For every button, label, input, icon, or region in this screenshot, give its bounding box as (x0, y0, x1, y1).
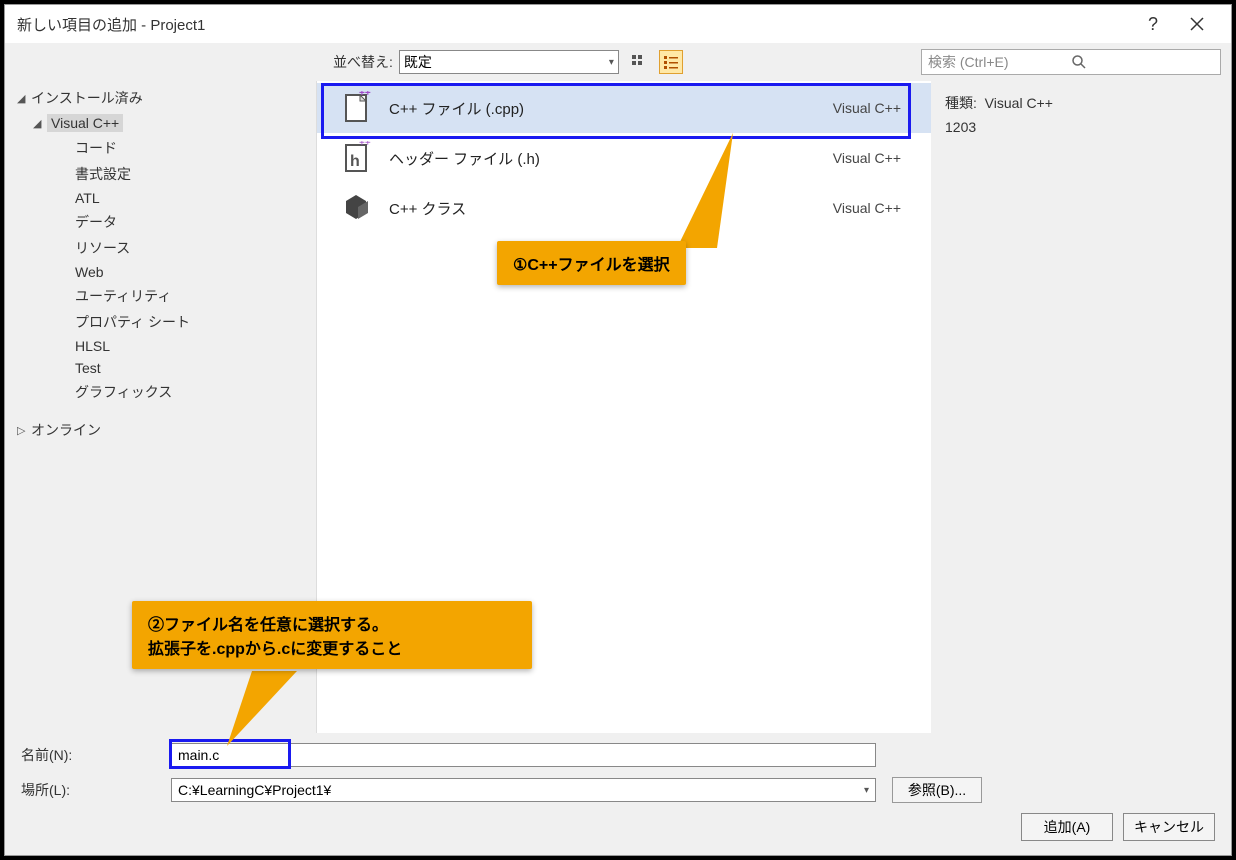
close-button[interactable] (1175, 8, 1219, 40)
template-header-file[interactable]: h++ ヘッダー ファイル (.h) Visual C++ (317, 133, 931, 183)
svg-text:++: ++ (359, 141, 371, 149)
cancel-button[interactable]: キャンセル (1123, 813, 1215, 841)
tree-item[interactable]: Web (5, 261, 316, 283)
search-placeholder: 検索 (Ctrl+E) (928, 52, 1071, 72)
window-title: 新しい項目の追加 - Project1 (17, 14, 1131, 35)
template-cpp-class[interactable]: C++ クラス Visual C++ (317, 183, 931, 233)
details-type-value: Visual C++ (985, 95, 1053, 111)
callout-2: ②ファイル名を任意に選択する。 拡張子を.cppから.cに変更すること (132, 601, 532, 669)
search-input[interactable]: 検索 (Ctrl+E) (921, 49, 1221, 75)
details-line2: 1203 (945, 119, 1217, 135)
tree-visual-cpp[interactable]: ◢Visual C++ (5, 111, 316, 135)
template-lang: Visual C++ (833, 150, 901, 166)
tree-item[interactable]: Test (5, 357, 316, 379)
tree-item[interactable]: ユーティリティ (5, 283, 316, 309)
tree-item[interactable]: コード (5, 135, 316, 161)
toolbar: 並べ替え: 既定 ▾ 検索 (Ctrl+E) (5, 43, 1231, 81)
header-file-icon: h ++ (337, 138, 377, 178)
tree-item[interactable]: リソース (5, 235, 316, 261)
tree-item[interactable]: プロパティ シート (5, 309, 316, 335)
callout-arrow-2 (227, 671, 297, 751)
svg-text:++: ++ (359, 91, 371, 99)
details-type-label: 種類: (945, 95, 977, 111)
titlebar: 新しい項目の追加 - Project1 ? (5, 5, 1231, 43)
template-lang: Visual C++ (833, 200, 901, 216)
tree-item[interactable]: ATL (5, 187, 316, 209)
template-list: ++ C++ ファイル (.cpp) Visual C++ h++ ヘッダー フ… (317, 81, 931, 733)
cpp-class-icon (337, 188, 377, 228)
tree-item[interactable]: HLSL (5, 335, 316, 357)
view-tiles-button[interactable] (627, 50, 651, 74)
sort-value: 既定 (404, 52, 432, 72)
bottom-panel: 名前(N): main.c 場所(L): C:¥LearningC¥Projec… (5, 733, 1231, 855)
search-icon (1071, 54, 1214, 70)
template-lang: Visual C++ (833, 100, 901, 116)
callout-1: ①C++ファイルを選択 (497, 241, 686, 285)
template-cpp-file[interactable]: ++ C++ ファイル (.cpp) Visual C++ (317, 83, 931, 133)
browse-button[interactable]: 参照(B)... (892, 777, 982, 803)
body-area: ◢インストール済み ◢Visual C++ コード 書式設定 ATL データ リ… (5, 81, 1231, 733)
location-label: 場所(L): (21, 780, 171, 800)
tree-item[interactable]: グラフィックス (5, 379, 316, 405)
tree-installed[interactable]: ◢インストール済み (5, 85, 316, 111)
tree-online[interactable]: ▷オンライン (5, 417, 316, 443)
location-input[interactable]: C:¥LearningC¥Project1¥ ▾ (171, 778, 876, 802)
tree-item[interactable]: データ (5, 209, 316, 235)
dialog-window: 新しい項目の追加 - Project1 ? 並べ替え: 既定 ▾ 検索 (Ctr… (4, 4, 1232, 856)
chevron-down-icon: ▾ (864, 785, 869, 796)
chevron-down-icon: ▾ (609, 57, 614, 68)
help-button[interactable]: ? (1131, 8, 1175, 40)
tree-item[interactable]: 書式設定 (5, 161, 316, 187)
add-button[interactable]: 追加(A) (1021, 813, 1113, 841)
name-label: 名前(N): (21, 745, 171, 765)
template-label: C++ ファイル (.cpp) (389, 98, 833, 119)
svg-text:h: h (350, 153, 360, 170)
details-pane: 種類: Visual C++ 1203 (931, 81, 1231, 733)
view-list-button[interactable] (659, 50, 683, 74)
sort-label: 並べ替え: (333, 52, 393, 72)
sort-dropdown[interactable]: 既定 ▾ (399, 50, 619, 74)
cpp-file-icon: ++ (337, 88, 377, 128)
callout-arrow-1 (677, 133, 767, 253)
